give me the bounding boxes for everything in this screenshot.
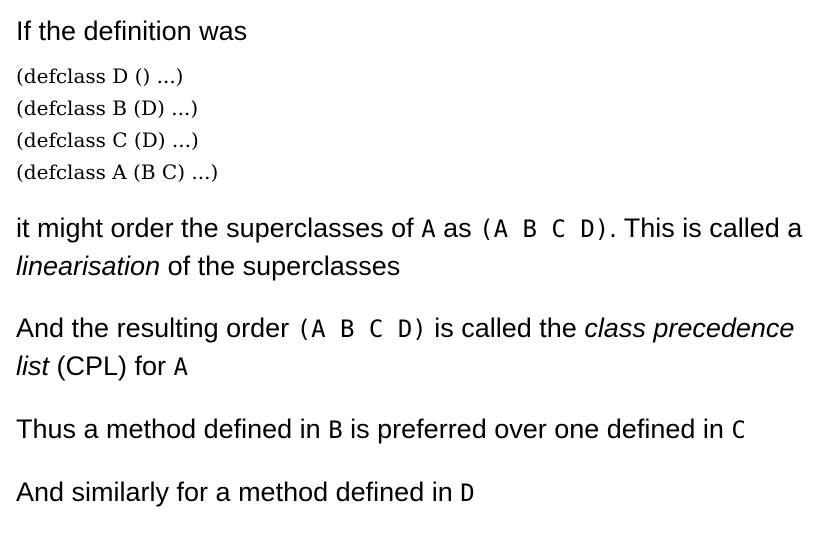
p4-code-class-d: D bbox=[460, 479, 475, 507]
similarly-paragraph: And similarly for a method defined in D bbox=[16, 474, 811, 512]
p1-term-linearisation: linearisation bbox=[16, 251, 161, 281]
p3-text-2: is preferred over one defined in bbox=[342, 414, 732, 444]
p3-code-class-c: C bbox=[731, 416, 746, 444]
preference-paragraph: Thus a method defined in B is preferred … bbox=[16, 411, 811, 449]
p1-text-1: it might order the superclasses of bbox=[16, 213, 422, 243]
intro-text: If the definition was bbox=[16, 16, 248, 46]
p3-code-class-b: B bbox=[328, 416, 343, 444]
code-line-2: (defclass B (D) ...) bbox=[16, 96, 199, 120]
p2-code-order: (A B C D) bbox=[296, 315, 427, 343]
p3-text-1: Thus a method defined in bbox=[16, 414, 329, 444]
p1-text-2: as bbox=[435, 213, 480, 243]
p2-text-2: is called the bbox=[426, 313, 585, 343]
p1-code-order: (A B C D) bbox=[479, 215, 610, 243]
code-line-1: (defclass D () ...) bbox=[16, 64, 184, 88]
p2-text-3: (CPL) for bbox=[49, 351, 174, 381]
code-block: (defclass D () ...) (defclass B (D) ...) (… bbox=[16, 60, 811, 188]
linearisation-paragraph: it might order the superclasses of A as … bbox=[16, 210, 811, 285]
p1-text-3: . This is called a bbox=[609, 213, 803, 243]
p2-text-1: And the resulting order bbox=[16, 313, 297, 343]
slide-content: If the definition was (defclass D () ...… bbox=[16, 14, 811, 512]
p2-code-class-a: A bbox=[173, 353, 188, 381]
p4-text-1: And similarly for a method defined in bbox=[16, 477, 461, 507]
p1-text-4: of the superclasses bbox=[160, 251, 401, 281]
cpl-paragraph: And the resulting order (A B C D) is cal… bbox=[16, 310, 811, 386]
code-line-4: (defclass A (B C) ...) bbox=[16, 160, 219, 184]
code-line-3: (defclass C (D) ...) bbox=[16, 128, 199, 152]
p1-code-class-a: A bbox=[421, 215, 436, 243]
